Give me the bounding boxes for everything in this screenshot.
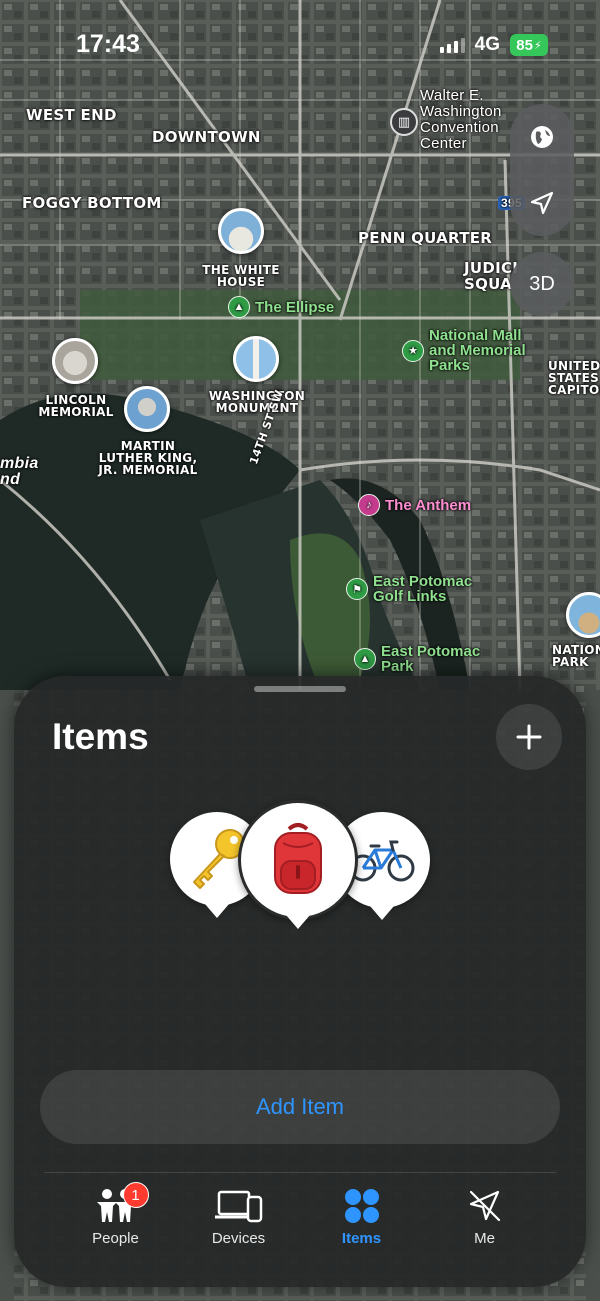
white-house-landmark[interactable] (218, 208, 264, 254)
music-note-icon: ♪ (358, 494, 380, 516)
tab-items[interactable]: Items (307, 1186, 417, 1266)
tab-devices[interactable]: Devices (184, 1186, 294, 1266)
poi-ellipse[interactable]: ▲ The Ellipse (228, 296, 334, 318)
status-indicators: 4G 85 ⚡ (439, 34, 548, 56)
poi-the-anthem[interactable]: ♪ The Anthem (358, 494, 471, 516)
map-mode-button[interactable] (520, 115, 564, 159)
battery-indicator: 85 ⚡ (510, 34, 548, 56)
tab-me-label: Me (474, 1230, 495, 1247)
cellular-signal-icon (439, 37, 465, 53)
label-west-end: WEST END (26, 106, 117, 124)
star-icon: ★ (402, 339, 424, 362)
map-controls (510, 104, 574, 236)
sheet-divider (44, 1172, 556, 1173)
lincoln-memorial-landmark[interactable] (52, 338, 98, 384)
status-time: 17:43 (76, 30, 140, 58)
tab-me[interactable]: Me (430, 1186, 540, 1266)
mlk-memorial-landmark[interactable] (124, 386, 170, 432)
me-location-icon (469, 1190, 500, 1222)
poi-national-mall[interactable]: ★ National Mall and Memorial Parks (402, 328, 539, 373)
item-backpack[interactable] (238, 800, 358, 929)
label-downtown: DOWNTOWN (152, 128, 261, 146)
tab-bar: 1 People Devices Items Me (14, 1182, 586, 1266)
tab-items-label: Items (341, 1230, 382, 1247)
locate-me-button[interactable] (520, 181, 564, 225)
label-columbia-edge: mbia nd (0, 455, 39, 488)
tab-people[interactable]: 1 People (61, 1182, 171, 1266)
items-icon (344, 1189, 379, 1223)
backpack-icon (274, 823, 322, 894)
tab-devices-label: Devices (211, 1230, 266, 1247)
tree-icon: ▲ (228, 296, 250, 318)
convention-center-pin[interactable]: ▥ (390, 108, 418, 136)
poi-golf-links[interactable]: ⚑ East Potomac Golf Links (346, 574, 483, 604)
devices-icon (214, 1190, 262, 1223)
label-penn-quarter: PENN QUARTER (358, 229, 493, 247)
label-foggy-bottom: FOGGY BOTTOM (22, 194, 162, 212)
tree-icon: ▲ (354, 648, 376, 670)
label-washington-monument: WASHINGTON MONUMENT (208, 389, 306, 415)
network-type: 4G (474, 34, 500, 55)
plus-icon (516, 724, 542, 750)
label-mlk-memorial: MARTIN LUTHER KING, JR. MEMORIAL (98, 439, 198, 477)
tab-people-label: People (92, 1230, 139, 1247)
3d-toggle-button[interactable]: 3D (510, 252, 574, 316)
people-badge: 1 (122, 1182, 149, 1208)
golf-flag-icon: ⚑ (346, 578, 368, 600)
add-item-button[interactable]: Add Item (40, 1070, 560, 1144)
add-button[interactable] (496, 704, 562, 770)
charging-bolt-icon: ⚡ (533, 39, 542, 52)
label-nationals-park: NATION PARK (552, 643, 600, 669)
washington-monument-landmark[interactable] (233, 336, 279, 382)
items-sheet: Items Add Item 1 People Devices Items Me (14, 676, 586, 1287)
bicycle-icon (349, 840, 415, 882)
battery-level: 85 (516, 36, 533, 54)
label-lincoln-memorial: LINCOLN MEMORIAL (38, 393, 114, 419)
location-arrow-icon (530, 191, 554, 215)
sheet-title: Items (52, 716, 149, 757)
label-us-capitol: UNITED STATES CAPITOL (548, 359, 600, 397)
label-white-house: THE WHITE HOUSE (202, 263, 280, 289)
building-icon: ▥ (397, 114, 411, 129)
poi-east-potomac-park[interactable]: ▲ East Potomac Park (354, 644, 491, 674)
label-convention-center: Walter E. Washington Convention Center (420, 87, 502, 152)
sheet-grabber[interactable] (254, 686, 346, 692)
globe-icon (531, 126, 553, 148)
